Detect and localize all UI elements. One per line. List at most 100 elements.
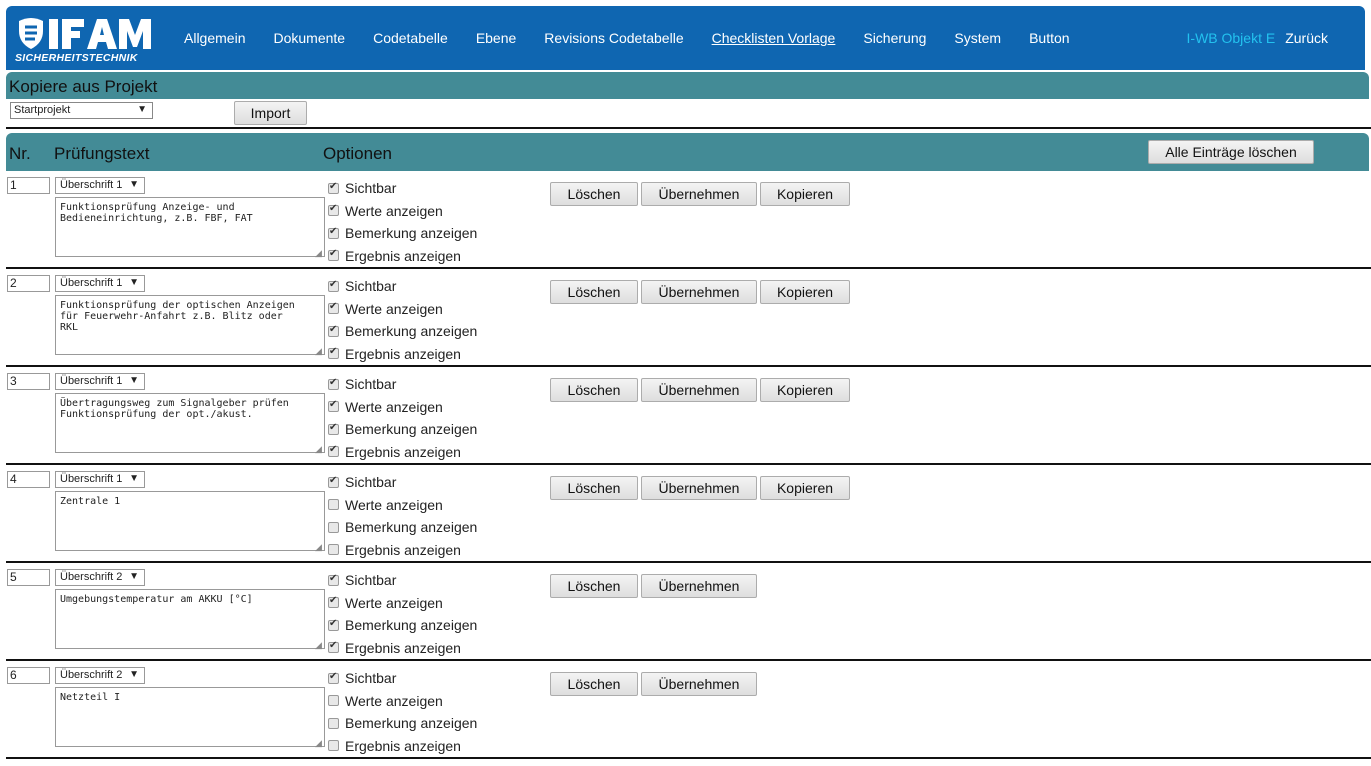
back-link[interactable]: Zurück (1285, 30, 1328, 46)
option-checkbox[interactable] (328, 695, 339, 707)
heading-level-select[interactable]: Überschrift 1 ▼ (55, 373, 145, 390)
check-text-area[interactable]: Netzteil I (55, 687, 325, 747)
option-checkbox[interactable] (328, 717, 339, 729)
option-2: Bemerkung anzeigen (328, 712, 477, 735)
checklist-entry: 1 Überschrift 1 ▼ Funktionsprüfung Anzei… (6, 171, 1371, 269)
import-button[interactable]: Import (234, 101, 307, 125)
resize-grip-icon[interactable]: ◢ (315, 444, 322, 455)
option-label: Ergebnis anzeigen (345, 247, 461, 264)
delete-button[interactable]: Löschen (550, 182, 638, 206)
heading-level-select[interactable]: Überschrift 1 ▼ (55, 177, 145, 194)
option-checkbox[interactable] (328, 324, 339, 337)
heading-level-select[interactable]: Überschrift 2 ▼ (55, 569, 145, 586)
option-checkbox[interactable] (328, 499, 339, 511)
resize-grip-icon[interactable]: ◢ (315, 640, 322, 651)
option-checkbox[interactable] (328, 618, 339, 631)
check-text-area[interactable]: Funktionsprüfung der optischen Anzeigen … (55, 295, 325, 355)
entry-number-input[interactable]: 2 (7, 275, 50, 292)
checklist-entry: 2 Überschrift 1 ▼ Funktionsprüfung der o… (6, 269, 1371, 367)
apply-button[interactable]: Übernehmen (641, 182, 757, 206)
option-checkbox[interactable] (328, 346, 339, 360)
resize-grip-icon[interactable]: ◢ (315, 248, 322, 259)
option-checkbox[interactable] (328, 595, 339, 609)
nav-item-dokumente[interactable]: Dokumente (273, 30, 345, 46)
option-2: Bemerkung anzeigen (328, 614, 477, 637)
nav-item-codetabelle[interactable]: Codetabelle (373, 30, 448, 46)
delete-button[interactable]: Löschen (550, 280, 638, 304)
import-row: Startprojekt ▼ Import (6, 99, 1371, 127)
delete-button[interactable]: Löschen (550, 574, 638, 598)
heading-level-value: Überschrift 1 (60, 375, 123, 387)
chevron-down-icon: ▼ (129, 473, 139, 484)
copy-button[interactable]: Kopieren (760, 280, 850, 304)
option-checkbox[interactable] (328, 544, 339, 556)
check-text-area[interactable]: Übertragungsweg zum Signalgeber prüfen F… (55, 393, 325, 453)
apply-button[interactable]: Übernehmen (641, 378, 757, 402)
check-text-area[interactable]: Umgebungstemperatur am AKKU [°C] (55, 589, 325, 649)
option-checkbox[interactable] (328, 475, 339, 488)
option-2: Bemerkung anzeigen (328, 320, 477, 343)
apply-button[interactable]: Übernehmen (641, 476, 757, 500)
nav-item-ebene[interactable]: Ebene (476, 30, 516, 46)
option-checkbox[interactable] (328, 279, 339, 292)
option-1: Werte anzeigen (328, 690, 477, 713)
nav-item-allgemein[interactable]: Allgemein (184, 30, 245, 46)
option-checkbox[interactable] (328, 521, 339, 533)
heading-level-select[interactable]: Überschrift 2 ▼ (55, 667, 145, 684)
check-text-area[interactable]: Funktionsprüfung Anzeige- und Bedieneinr… (55, 197, 325, 257)
resize-grip-icon[interactable]: ◢ (315, 542, 322, 553)
clear-all-button[interactable]: Alle Einträge löschen (1148, 140, 1314, 164)
option-checkbox[interactable] (328, 181, 339, 194)
nav-item-sicherung[interactable]: Sicherung (863, 30, 926, 46)
heading-level-select[interactable]: Überschrift 1 ▼ (55, 275, 145, 292)
option-2: Bemerkung anzeigen (328, 222, 477, 245)
option-3: Ergebnis anzeigen (328, 539, 477, 562)
option-0: Sichtbar (328, 275, 477, 298)
option-checkbox[interactable] (328, 377, 339, 390)
check-text-area[interactable]: Zentrale 1 (55, 491, 325, 551)
entry-number-input[interactable]: 1 (7, 177, 50, 194)
nav-item-revisions-codetabelle[interactable]: Revisions Codetabelle (544, 30, 683, 46)
delete-button[interactable]: Löschen (550, 378, 638, 402)
option-label: Ergebnis anzeigen (345, 541, 461, 558)
ifam-logo[interactable]: SICHERHEITSTECHNIK (15, 15, 165, 65)
nav-item-checklisten-vorlage[interactable]: Checklisten Vorlage (712, 30, 836, 46)
heading-level-select[interactable]: Überschrift 1 ▼ (55, 471, 145, 488)
option-checkbox[interactable] (328, 248, 339, 262)
resize-grip-icon[interactable]: ◢ (315, 738, 322, 749)
option-checkbox[interactable] (328, 399, 339, 413)
option-checkbox[interactable] (328, 203, 339, 217)
apply-button[interactable]: Übernehmen (641, 672, 757, 696)
copy-button[interactable]: Kopieren (760, 476, 850, 500)
resize-grip-icon[interactable]: ◢ (315, 346, 322, 357)
option-checkbox[interactable] (328, 301, 339, 315)
delete-button[interactable]: Löschen (550, 476, 638, 500)
nav-right: I-WB Objekt E Zurück (1187, 6, 1328, 70)
chevron-down-icon: ▼ (129, 179, 139, 190)
option-checkbox[interactable] (328, 671, 339, 684)
entry-number-input[interactable]: 6 (7, 667, 50, 684)
nav-item-system[interactable]: System (954, 30, 1001, 46)
copy-button[interactable]: Kopieren (760, 378, 850, 402)
option-checkbox[interactable] (328, 444, 339, 458)
option-checkbox[interactable] (328, 226, 339, 239)
nav-item-button[interactable]: Button (1029, 30, 1069, 46)
option-checkbox[interactable] (328, 740, 339, 752)
option-1: Werte anzeigen (328, 200, 477, 223)
option-checkbox[interactable] (328, 640, 339, 654)
option-checkbox[interactable] (328, 422, 339, 435)
entry-number-input[interactable]: 3 (7, 373, 50, 390)
apply-button[interactable]: Übernehmen (641, 574, 757, 598)
chevron-down-icon: ▼ (129, 669, 139, 680)
project-select[interactable]: Startprojekt ▼ (10, 102, 153, 119)
entry-number-input[interactable]: 4 (7, 471, 50, 488)
apply-button[interactable]: Übernehmen (641, 280, 757, 304)
option-label: Ergebnis anzeigen (345, 345, 461, 362)
current-object-label[interactable]: I-WB Objekt E (1187, 30, 1276, 46)
delete-button[interactable]: Löschen (550, 672, 638, 696)
entry-number-input[interactable]: 5 (7, 569, 50, 586)
option-checkbox[interactable] (328, 573, 339, 586)
top-navbar: SICHERHEITSTECHNIK Allgemein Dokumente C… (6, 6, 1365, 70)
checklist-entry: 4 Überschrift 1 ▼ Zentrale 1 ◢ Sichtbar … (6, 465, 1371, 563)
copy-button[interactable]: Kopieren (760, 182, 850, 206)
